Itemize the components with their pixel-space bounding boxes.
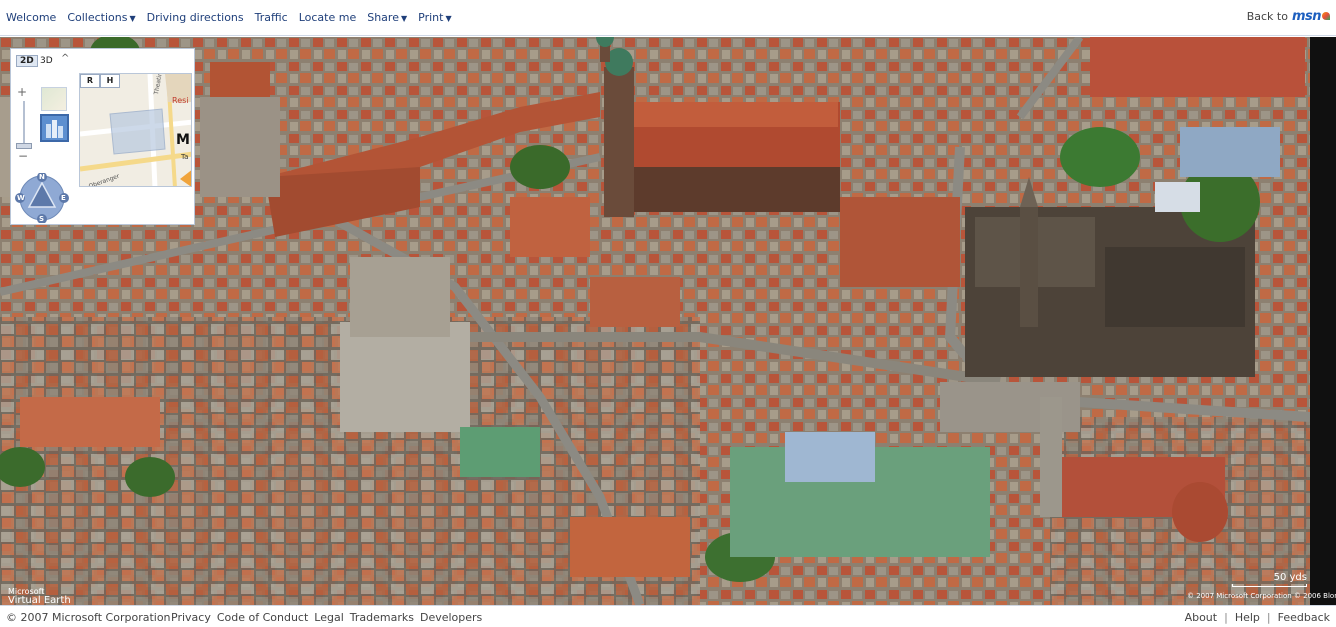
footer-copyright: © 2007 Microsoft Corporation <box>6 611 171 624</box>
chevron-down-icon: ▼ <box>129 14 136 23</box>
nav-print[interactable]: Print ▼ <box>418 11 451 24</box>
footer: © 2007 Microsoft Corporation Privacy Cod… <box>0 605 1336 627</box>
footer-link-legal[interactable]: Legal <box>314 611 343 624</box>
footer-link-privacy[interactable]: Privacy <box>171 611 211 624</box>
map-edge-strip <box>1310 37 1336 605</box>
footer-link-code-of-conduct[interactable]: Code of Conduct <box>217 611 308 624</box>
msn-logo: msn <box>1292 9 1330 24</box>
chevron-down-icon: ▼ <box>400 14 408 23</box>
mode-2d-button[interactable]: 2D <box>16 55 38 67</box>
overview-minimap[interactable]: R H Theatinerstr. Oberanger Resi Mü Ta <box>79 73 192 187</box>
separator: | <box>1224 611 1228 624</box>
compass-n[interactable]: N <box>39 173 45 181</box>
map-copyright: © 2007 Microsoft Corporation © 2006 Blom <box>1187 592 1336 600</box>
aerial-map[interactable] <box>0 37 1310 605</box>
zoom-slider-track[interactable] <box>23 101 25 146</box>
nav-collections[interactable]: Collections ▼ <box>67 11 135 24</box>
nav-traffic[interactable]: Traffic <box>255 11 288 24</box>
collapse-icon[interactable]: ^ <box>61 53 69 64</box>
compass-e[interactable]: E <box>61 194 66 202</box>
compass-w[interactable]: W <box>17 194 25 202</box>
nav-welcome[interactable]: Welcome <box>6 11 56 24</box>
nav-print-label: Print <box>418 11 444 24</box>
nav-driving-directions[interactable]: Driving directions <box>147 11 244 24</box>
back-to-label: Back to <box>1246 10 1288 23</box>
buildings-icon <box>46 120 63 138</box>
footer-link-feedback[interactable]: Feedback <box>1278 611 1330 624</box>
road-view-icon[interactable] <box>41 87 67 111</box>
footer-link-developers[interactable]: Developers <box>420 611 482 624</box>
top-bar: Welcome Collections ▼ Driving directions … <box>0 0 1336 36</box>
compass-s[interactable]: S <box>39 215 44 223</box>
nav-collections-label: Collections <box>67 11 128 24</box>
separator: | <box>1266 611 1271 624</box>
back-to-msn-link[interactable]: Back to msn <box>1247 9 1330 24</box>
scale-bar <box>1232 584 1307 587</box>
minimap-roads <box>80 74 191 186</box>
road-mode-button[interactable]: R <box>80 74 100 88</box>
chevron-down-icon: ▼ <box>445 14 452 23</box>
map-control-panel: 2D 3D ^ + − N E S W R H Theatinerstr. Ob… <box>10 48 195 225</box>
nav-share[interactable]: Share ▼ <box>367 11 407 24</box>
footer-links: Privacy Code of Conduct Legal Trademarks… <box>171 611 482 624</box>
compass-rose[interactable]: N E S W <box>15 172 69 224</box>
butterfly-icon <box>1322 12 1330 20</box>
nav-locate-me[interactable]: Locate me <box>299 11 357 24</box>
mode-3d-button[interactable]: 3D <box>40 56 53 66</box>
nav-share-label: Share <box>367 11 399 24</box>
footer-link-about[interactable]: About <box>1185 611 1218 624</box>
msn-logo-text: msn <box>1291 9 1322 24</box>
minimap-place-label: Resi <box>172 96 189 105</box>
footer-right-links: About | Help | Feedback <box>1185 611 1330 624</box>
top-nav: Welcome Collections ▼ Driving directions … <box>6 11 452 24</box>
aerial-view-icon[interactable] <box>40 114 69 142</box>
hybrid-mode-button[interactable]: H <box>100 74 120 88</box>
zoom-out-button[interactable]: − <box>18 149 28 163</box>
minimap-place-label: Ta <box>181 153 189 161</box>
scale-label: 50 yds <box>1273 572 1307 583</box>
aerial-imagery <box>0 37 1310 605</box>
footer-link-help[interactable]: Help <box>1235 611 1260 624</box>
zoom-in-button[interactable]: + <box>17 85 27 99</box>
footer-link-trademarks[interactable]: Trademarks <box>350 611 414 624</box>
minimap-city-label: Mü <box>176 132 191 148</box>
